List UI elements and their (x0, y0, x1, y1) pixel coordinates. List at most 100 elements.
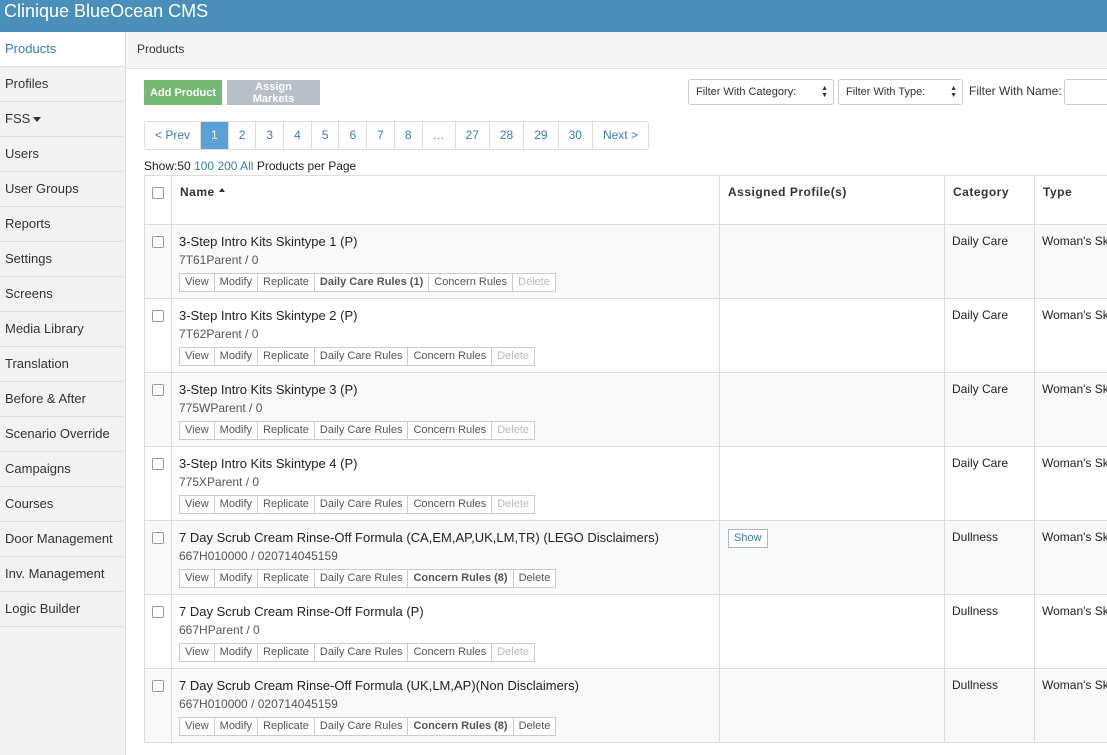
select-all-checkbox[interactable] (152, 187, 164, 199)
page-link-1[interactable]: 1 (200, 122, 228, 149)
replicate-button[interactable]: Replicate (257, 496, 314, 513)
sidebar-item-profiles[interactable]: Profiles (0, 67, 125, 102)
sidebar-item-campaigns[interactable]: Campaigns (0, 452, 125, 487)
page-link-4[interactable]: 4 (283, 122, 311, 149)
sidebar-item-reports[interactable]: Reports (0, 207, 125, 242)
concern-rules-button[interactable]: Concern Rules (428, 274, 513, 291)
modify-button[interactable]: Modify (213, 496, 258, 513)
delete-button[interactable]: Delete (512, 570, 556, 587)
page-link-8[interactable]: 8 (393, 122, 422, 149)
table-row: 3-Step Intro Kits Skintype 4 (P) 775XPare… (144, 447, 1107, 521)
sidebar-item-screens[interactable]: Screens (0, 277, 125, 312)
name-cell: 3-Step Intro Kits Skintype 1 (P) 7T61Pare… (171, 225, 719, 298)
caret-down-icon (33, 117, 42, 123)
category-value: Dullness (952, 604, 999, 618)
daily-care-rules-button[interactable]: Daily Care Rules (313, 570, 408, 587)
page-link-2[interactable]: 2 (227, 122, 256, 149)
name-cell: 3-Step Intro Kits Skintype 4 (P) 775XPare… (171, 447, 719, 520)
page-link-30[interactable]: 30 (557, 122, 592, 149)
concern-rules-button[interactable]: Concern Rules (407, 644, 492, 661)
row-checkbox[interactable] (152, 384, 164, 396)
page-link-28[interactable]: 28 (488, 122, 524, 149)
filter-type-select[interactable]: Filter With Type: ▲ ▼ (838, 79, 963, 105)
category-cell: Daily Care (944, 447, 1034, 520)
page-link-6[interactable]: 6 (338, 122, 367, 149)
replicate-button[interactable]: Replicate (257, 718, 314, 735)
modify-button[interactable]: Modify (213, 570, 258, 587)
page-link-29[interactable]: 29 (523, 122, 558, 149)
sidebar-item-products[interactable]: Products (0, 32, 125, 67)
prev-page-button[interactable]: < Prev (145, 122, 201, 149)
page-link-7[interactable]: 7 (366, 122, 394, 149)
replicate-button[interactable]: Replicate (257, 348, 314, 365)
per-page-option-200[interactable]: 200 (217, 159, 237, 173)
row-checkbox[interactable] (152, 532, 164, 544)
row-checkbox[interactable] (152, 680, 164, 692)
sidebar-item-courses[interactable]: Courses (0, 487, 125, 522)
sidebar-item-before-after[interactable]: Before & After (0, 382, 125, 417)
add-product-button[interactable]: Add Product (144, 80, 222, 105)
filter-name-input[interactable] (1064, 79, 1107, 105)
view-button[interactable]: View (180, 274, 214, 291)
sidebar-item-fss[interactable]: FSS (0, 102, 125, 137)
sidebar-item-translation[interactable]: Translation (0, 347, 125, 382)
modify-button[interactable]: Modify (213, 348, 258, 365)
replicate-button[interactable]: Replicate (257, 274, 314, 291)
modify-button[interactable]: Modify (213, 422, 258, 439)
modify-button[interactable]: Modify (213, 274, 258, 291)
row-checkbox[interactable] (152, 606, 164, 618)
sidebar-item-inv-management[interactable]: Inv. Management (0, 557, 125, 592)
product-name: 7 Day Scrub Cream Rinse-Off Formula (P) (179, 604, 424, 619)
view-button[interactable]: View (180, 570, 214, 587)
daily-care-rules-button[interactable]: Daily Care Rules (1) (313, 274, 429, 291)
replicate-button[interactable]: Replicate (257, 570, 314, 587)
sidebar-item-door-management[interactable]: Door Management (0, 522, 125, 557)
category-value: Daily Care (952, 456, 1009, 470)
filter-category-select[interactable]: Filter With Category: ▲ ▼ (688, 79, 834, 105)
show-profiles-button[interactable]: Show (728, 529, 768, 548)
view-button[interactable]: View (180, 496, 214, 513)
sidebar-item-user-groups[interactable]: User Groups (0, 172, 125, 207)
type-header: Type (1043, 185, 1073, 199)
row-checkbox[interactable] (152, 236, 164, 248)
replicate-button[interactable]: Replicate (257, 422, 314, 439)
profiles-header: Assigned Profile(s) (728, 185, 847, 199)
product-name: 3-Step Intro Kits Skintype 2 (P) (179, 308, 358, 323)
page-link-5[interactable]: 5 (310, 122, 339, 149)
row-select-cell (144, 225, 171, 298)
category-cell: Dullness (944, 595, 1034, 668)
sidebar-item-settings[interactable]: Settings (0, 242, 125, 277)
daily-care-rules-button[interactable]: Daily Care Rules (313, 718, 408, 735)
daily-care-rules-button[interactable]: Daily Care Rules (313, 496, 408, 513)
view-button[interactable]: View (180, 644, 214, 661)
daily-care-rules-button[interactable]: Daily Care Rules (313, 422, 408, 439)
concern-rules-button[interactable]: Concern Rules (8) (407, 718, 513, 735)
daily-care-rules-button[interactable]: Daily Care Rules (313, 644, 408, 661)
assign-markets-button[interactable]: Assign Markets (227, 80, 320, 105)
concern-rules-button[interactable]: Concern Rules (407, 422, 492, 439)
next-page-button[interactable]: Next > (591, 122, 648, 149)
sidebar-item-label: Profiles (5, 76, 49, 91)
concern-rules-button[interactable]: Concern Rules (407, 496, 492, 513)
modify-button[interactable]: Modify (213, 644, 258, 661)
view-button[interactable]: View (180, 718, 214, 735)
page-link-3[interactable]: 3 (255, 122, 284, 149)
replicate-button[interactable]: Replicate (257, 644, 314, 661)
row-checkbox[interactable] (152, 458, 164, 470)
name-header-cell[interactable]: Name (171, 176, 719, 224)
sidebar-item-scenario-override[interactable]: Scenario Override (0, 417, 125, 452)
page-link-27[interactable]: 27 (454, 122, 489, 149)
row-checkbox[interactable] (152, 310, 164, 322)
per-page-option-all[interactable]: All (240, 159, 253, 173)
per-page-option-100[interactable]: 100 (194, 159, 214, 173)
concern-rules-button[interactable]: Concern Rules (8) (407, 570, 513, 587)
delete-button[interactable]: Delete (512, 718, 556, 735)
sidebar-item-media-library[interactable]: Media Library (0, 312, 125, 347)
modify-button[interactable]: Modify (213, 718, 258, 735)
view-button[interactable]: View (180, 422, 214, 439)
concern-rules-button[interactable]: Concern Rules (407, 348, 492, 365)
sidebar-item-logic-builder[interactable]: Logic Builder (0, 592, 125, 627)
daily-care-rules-button[interactable]: Daily Care Rules (313, 348, 408, 365)
view-button[interactable]: View (180, 348, 214, 365)
sidebar-item-users[interactable]: Users (0, 137, 125, 172)
